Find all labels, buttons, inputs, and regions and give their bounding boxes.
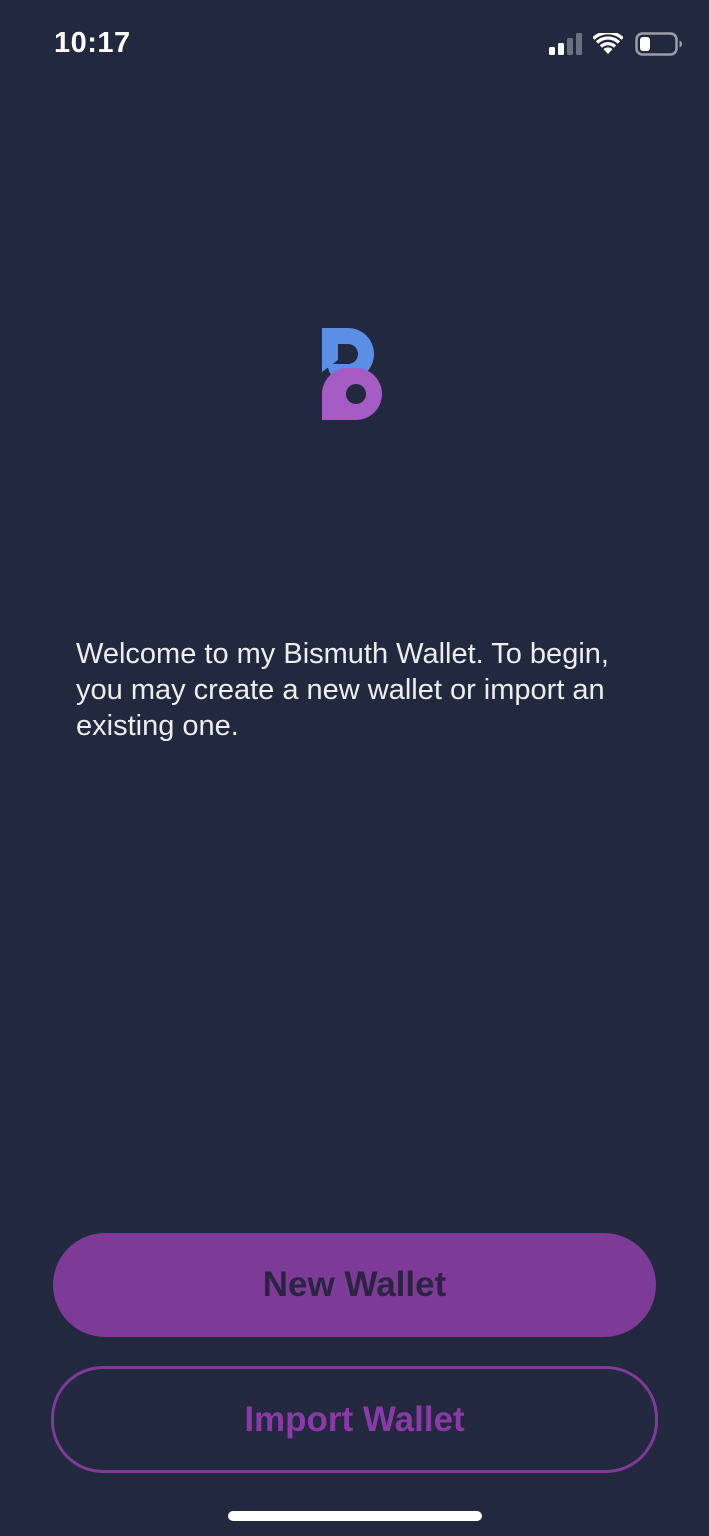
home-indicator[interactable] [228, 1511, 482, 1521]
status-icons [549, 30, 683, 58]
new-wallet-button[interactable]: New Wallet [53, 1233, 656, 1337]
status-time: 10:17 [54, 27, 131, 59]
cellular-signal-icon [549, 33, 582, 55]
bismuth-logo-icon [322, 328, 382, 420]
new-wallet-button-label: New Wallet [262, 1265, 447, 1304]
welcome-message: Welcome to my Bismuth Wallet. To begin, … [76, 638, 609, 742]
wifi-icon [593, 33, 623, 54]
import-wallet-button-label: Import Wallet [244, 1399, 465, 1439]
battery-icon [635, 32, 682, 56]
status-bar: 10:17 [0, 0, 709, 90]
import-wallet-button[interactable]: Import Wallet [51, 1366, 658, 1473]
